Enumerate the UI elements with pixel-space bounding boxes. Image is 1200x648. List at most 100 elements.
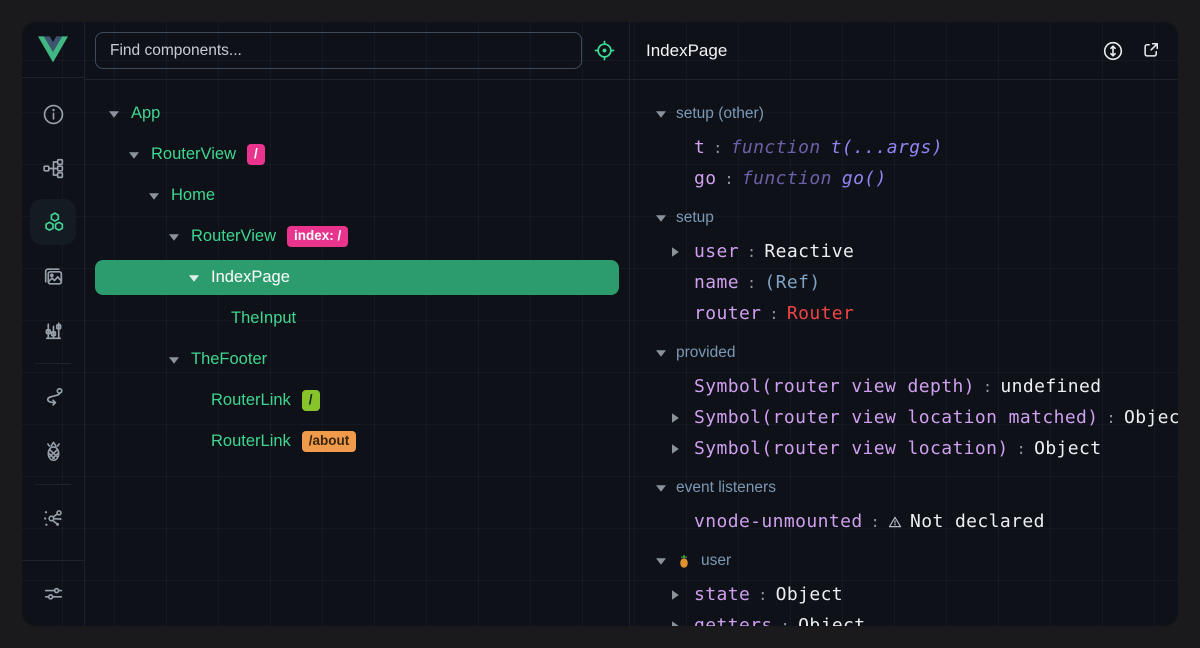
expand-arrow-icon[interactable] xyxy=(670,412,694,424)
rail-divider xyxy=(35,363,71,364)
find-components-input[interactable] xyxy=(95,32,582,69)
property-key: Symbol(router view location matched) xyxy=(694,407,1099,428)
section-collapse-icon xyxy=(655,483,667,493)
property-row: vnode-unmounted:Not declared xyxy=(630,506,1178,537)
section-header[interactable]: provided xyxy=(630,335,1178,371)
open-in-editor-icon[interactable] xyxy=(1140,39,1162,63)
property-key: router xyxy=(694,303,761,324)
component-name: TheFooter xyxy=(191,350,267,369)
property-value: Router xyxy=(787,303,854,324)
property-colon: : xyxy=(747,243,756,261)
expand-triangle-icon[interactable] xyxy=(167,355,181,365)
tree-row-selected[interactable]: IndexPage xyxy=(95,257,619,298)
section-collapse-icon xyxy=(655,109,667,119)
locate-target-icon[interactable] xyxy=(593,39,616,62)
property-colon: : xyxy=(769,305,778,323)
route-badge: / xyxy=(302,390,320,412)
tree-row[interactable]: RouterViewindex: / xyxy=(95,216,619,257)
property-key: Symbol(router view location) xyxy=(694,438,1009,459)
property-row: name:(Ref) xyxy=(630,267,1178,298)
property-value: (Ref) xyxy=(764,272,820,293)
section-title: event listeners xyxy=(676,479,776,497)
property-row: t:functiont(...args) xyxy=(630,132,1178,163)
route-badge: /about xyxy=(302,431,357,453)
property-row: Symbol(router view depth):undefined xyxy=(630,371,1178,402)
expand-triangle-icon[interactable] xyxy=(107,109,121,119)
tree-row[interactable]: RouterLink/about xyxy=(95,421,619,462)
property-key: go xyxy=(694,168,716,189)
property-colon: : xyxy=(758,586,767,604)
expand-arrow-icon[interactable] xyxy=(670,443,694,455)
tree-row[interactable]: Home xyxy=(95,175,619,216)
section-title: setup xyxy=(676,209,714,227)
section-header[interactable]: event listeners xyxy=(630,470,1178,506)
property-row: router: Router xyxy=(630,298,1178,329)
property-colon: : xyxy=(781,617,790,627)
expand-arrow-icon[interactable] xyxy=(670,246,694,258)
component-name: IndexPage xyxy=(211,268,290,287)
property-colon: : xyxy=(1107,409,1116,427)
section-title: setup (other) xyxy=(676,105,764,123)
property-row[interactable]: user: Reactive xyxy=(630,236,1178,267)
section-header[interactable]: setup xyxy=(630,200,1178,236)
property-row[interactable]: getters:Object xyxy=(630,610,1178,626)
property-key: state xyxy=(694,584,750,605)
expand-arrow-icon[interactable] xyxy=(670,620,694,627)
section-collapse-icon xyxy=(655,348,667,358)
component-name: TheInput xyxy=(231,309,296,328)
property-value: Object xyxy=(776,584,843,605)
section-header[interactable]: setup (other) xyxy=(630,96,1178,132)
rail-divider xyxy=(35,484,71,485)
property-row[interactable]: Symbol(router view location):Object xyxy=(630,433,1178,464)
value-function-signature: t(...args) xyxy=(831,137,943,158)
property-row[interactable]: Symbol(router view location matched):Obj… xyxy=(630,402,1178,433)
images-icon[interactable] xyxy=(22,249,84,303)
vue-devtools-window: AppRouterView/HomeRouterViewindex: /Inde… xyxy=(22,22,1178,626)
tree-row[interactable]: TheInput xyxy=(95,298,619,339)
property-key: Symbol(router view depth) xyxy=(694,376,975,397)
property-colon: : xyxy=(983,378,992,396)
property-colon: : xyxy=(1017,440,1026,458)
component-tree: AppRouterView/HomeRouterViewindex: /Inde… xyxy=(85,80,629,626)
component-name: RouterView xyxy=(151,145,236,164)
inspector-panel: IndexPage setup (other)t:functio xyxy=(630,22,1178,626)
property-value: Reactive xyxy=(764,241,854,262)
graph-icon[interactable] xyxy=(22,491,84,545)
property-colon: : xyxy=(713,139,722,157)
icon-rail xyxy=(22,22,85,626)
components-icon[interactable] xyxy=(22,195,84,249)
section-title: user xyxy=(701,552,731,570)
section-collapse-icon xyxy=(655,556,667,566)
property-key: name xyxy=(694,272,739,293)
pinia-emoji-icon xyxy=(676,553,692,569)
property-key: vnode-unmounted xyxy=(694,511,863,532)
tree-row[interactable]: RouterLink/ xyxy=(95,380,619,421)
property-key: user xyxy=(694,241,739,262)
hierarchy-icon[interactable] xyxy=(22,141,84,195)
component-name: App xyxy=(131,104,160,123)
expand-arrow-icon[interactable] xyxy=(670,589,694,601)
property-colon: : xyxy=(871,513,880,531)
inspector-header: IndexPage xyxy=(630,22,1178,80)
property-value: Object xyxy=(798,615,865,626)
settings-sliders-icon[interactable] xyxy=(30,571,76,617)
route-icon[interactable] xyxy=(22,370,84,424)
tree-row[interactable]: RouterView/ xyxy=(95,134,619,175)
property-row[interactable]: state: Object xyxy=(630,579,1178,610)
section-header[interactable]: user xyxy=(630,543,1178,579)
property-key: t xyxy=(694,137,705,158)
expand-triangle-icon[interactable] xyxy=(127,150,141,160)
tree-row[interactable]: TheFooter xyxy=(95,339,619,380)
tree-row[interactable]: App xyxy=(95,93,619,134)
info-icon[interactable] xyxy=(22,87,84,141)
vue-logo-icon xyxy=(38,36,68,63)
pinia-pineapple-icon[interactable] xyxy=(22,424,84,478)
expand-triangle-icon[interactable] xyxy=(187,273,201,283)
sliders-vertical-icon[interactable] xyxy=(22,303,84,357)
rail-bottom xyxy=(22,560,84,626)
expand-triangle-icon[interactable] xyxy=(167,232,181,242)
scroll-to-component-icon[interactable] xyxy=(1101,39,1125,63)
expand-triangle-icon[interactable] xyxy=(147,191,161,201)
section-title: provided xyxy=(676,344,735,362)
component-name: RouterView xyxy=(191,227,276,246)
